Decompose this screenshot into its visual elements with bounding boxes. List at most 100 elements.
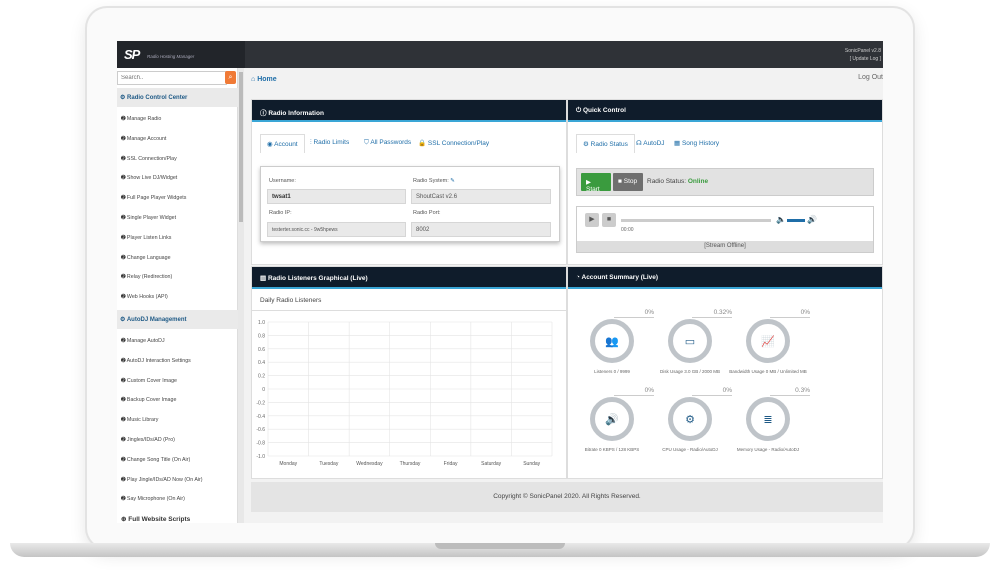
summary-percent: 0.32% [692,309,732,318]
seek-bar[interactable] [621,219,771,222]
y-tick-label: 1.0 [258,320,265,326]
x-tick-label: Sunday [523,461,540,467]
volume-slider[interactable] [787,219,805,222]
sidebar-item-label: Manage AutoDJ [126,338,165,344]
search-input[interactable] [117,71,227,85]
sidebar-item-relay-redirection[interactable]: ➋ Relay (Redirection) [121,274,172,280]
logout-link[interactable]: Log Out [858,74,883,81]
sidebar-item-music-library[interactable]: ➋ Music Library [121,417,158,423]
sidebar-item-ssl-connection-play[interactable]: ➋ SSL Connection/Play [121,156,177,162]
sidebar: ⌕ ⚙ Radio Control Center ➋ Manage Radio ➋… [117,68,238,523]
x-tick-label: Saturday [481,461,502,467]
sidebar-item-label: Manage Radio [126,116,162,122]
radio-port-label: Radio Port: [413,210,441,216]
users-icon: 👥 [605,335,619,348]
sidebar-item-web-hooks-api[interactable]: ➋ Web Hooks (API) [121,294,168,300]
tab-label: Radio Status [590,141,628,148]
summary-label: Disk Usage 3.0 GB / 2000 MB [659,369,721,374]
summary-percent: 0% [692,387,732,396]
stop-button[interactable]: ■ Stop [613,173,643,191]
summary-gauge: ⚙ [668,397,712,441]
sidebar-item-manage-autodj[interactable]: ➋ Manage AutoDJ [121,338,165,344]
account-card: Username: twsat1 Radio System: ✎ ShoutCa… [260,166,560,242]
panel-header: ▥ Radio Listeners Graphical (Live) [252,267,566,289]
pencil-icon[interactable]: ✎ [450,178,455,184]
sidebar-item-label: Relay (Redirection) [126,274,173,281]
stop-player-button[interactable]: ■ [602,213,616,227]
sidebar-item-label: Full Page Player Widgets [126,195,187,202]
sidebar-scrollbar[interactable] [238,68,244,523]
server-icon: ≣ [763,413,773,426]
y-tick-label: -0.4 [256,414,265,420]
sidebar-section-autodj[interactable]: ⚙ AutoDJ Management [117,310,238,329]
sidebar-item-change-language[interactable]: ➋ Change Language [121,255,171,261]
volume-max-icon[interactable]: 🔊 [807,215,817,224]
volume-icon[interactable]: 🔈 [776,215,786,224]
radio-ip-label: Radio IP: [269,210,292,216]
sidebar-item-change-song-title-on-air[interactable]: ➋ Change Song Title (On Air) [121,457,190,463]
summary-gauge: ▭ [668,319,712,363]
sidebar-item-single-player-widget[interactable]: ➋ Single Player Widget [121,215,176,221]
play-button[interactable]: ▶ [585,213,599,227]
tab-ssl-connection[interactable]: 🔒 SSL Connection/Play [418,139,489,147]
tab-radio-limits[interactable]: ⫶ Radio Limits [310,139,349,147]
search-icon[interactable]: ⌕ [225,71,236,84]
sidebar-item-manage-account[interactable]: ➋ Manage Account [121,136,166,142]
summary-gauge: 🔊 [590,397,634,441]
screen: SP Radio Hosting Manager SonicPanel v2.8… [117,41,883,523]
cog-icon: ⚙ [685,413,695,426]
summary-percent: 0.3% [770,387,810,396]
sidebar-item-jingles-ids-ad-pro[interactable]: ➋ Jingles/IDs/AD (Pro) [121,437,175,443]
sidebar-item-play-jingle-ids-ad-now-on-air[interactable]: ➋ Play Jingle/IDs/AD Now (On Air) [121,477,203,483]
listeners-chart: 1.0 0.8 0.6 0.4 0.2 0 -0.2 -0.4 -0.6 -0.8 -1.0 Mond… [256,320,553,467]
username-field: twsat1 [267,189,406,204]
sidebar-item-autodj-interaction-settings[interactable]: ➋ AutoDJ Interaction Settings [121,358,191,364]
sidebar-item-full-page-player-widgets[interactable]: ➋ Full Page Player Widgets [121,195,186,201]
stream-status: [Stream Offline] [577,241,873,252]
button-label: Start [586,186,600,193]
logo[interactable]: SP Radio Hosting Manager [117,41,245,68]
tab-radio-status[interactable]: ⚙ Radio Status [576,134,635,153]
listeners-panel: ▥ Radio Listeners Graphical (Live) Daily… [251,266,567,479]
tab-account[interactable]: ◉ Account [260,134,305,153]
sidebar-item-manage-radio[interactable]: ➋ Manage Radio [121,116,161,122]
y-tick-label: 0.2 [258,374,265,380]
breadcrumb-label: Home [257,76,277,83]
x-tick-label: Tuesday [319,461,338,467]
sidebar-item-label: Manage Account [126,135,167,142]
account-summary-panel: ◔ Account Summary (Live) 0% 👥 Listeners 0 … [567,266,883,479]
chart-subtitle: Daily Radio Listeners [252,289,566,311]
tab-autodj[interactable]: ☊ AutoDJ [636,139,665,147]
breadcrumb-home[interactable]: ⌂ Home [251,76,277,83]
sidebar-item-label: Backup Cover Image [126,397,177,404]
tab-all-passwords[interactable]: ⛉ All Passwords [364,139,411,147]
summary-percent: 0% [614,309,654,318]
sidebar-item-player-listen-links[interactable]: ➋ Player Listen Links [121,235,171,241]
start-button[interactable]: ▶ Start [581,173,611,193]
sidebar-item-show-live-dj-widget[interactable]: ➋ Show Live DJ/Widget [121,175,177,181]
sidebar-item-label: Single Player Widget [126,215,177,221]
sidebar-item-say-microphone-on-air[interactable]: ➋ Say Microphone (On Air) [121,496,185,502]
radio-port-field: 8002 [411,222,551,237]
scroll-thumb[interactable] [239,72,243,222]
sidebar-item-backup-cover-image[interactable]: ➋ Backup Cover Image [121,397,176,403]
sidebar-item-label: Play Jingle/IDs/AD Now (On Air) [126,476,203,483]
update-log-link[interactable]: [ Update Log ] [845,55,881,63]
radio-system-label: Radio System: ✎ [413,178,455,184]
tab-song-history[interactable]: ▦ Song History [674,139,719,147]
hdd-icon: ▭ [684,335,696,348]
summary-percent: 0% [770,309,810,318]
sidebar-item-full-website-scripts[interactable]: ⊕ Full Website Scripts [121,515,190,523]
y-tick-label: -0.2 [256,400,265,406]
section-label: AutoDJ Management [126,317,187,323]
sidebar-section-radio-control[interactable]: ⚙ Radio Control Center [117,88,238,107]
sidebar-item-custom-cover-image[interactable]: ➋ Custom Cover Image [121,378,177,384]
button-label: Stop [623,178,638,185]
panel-title: Radio Information [268,110,324,117]
chart-icon: 📈 [761,335,775,348]
sidebar-item-label: Full Website Scripts [128,516,191,523]
y-tick-label: -1.0 [256,454,265,460]
summary-percent: 0% [614,387,654,396]
label-text: Radio System: [413,178,449,184]
sidebar-item-label: Jingles/IDs/AD (Pro) [126,437,175,443]
